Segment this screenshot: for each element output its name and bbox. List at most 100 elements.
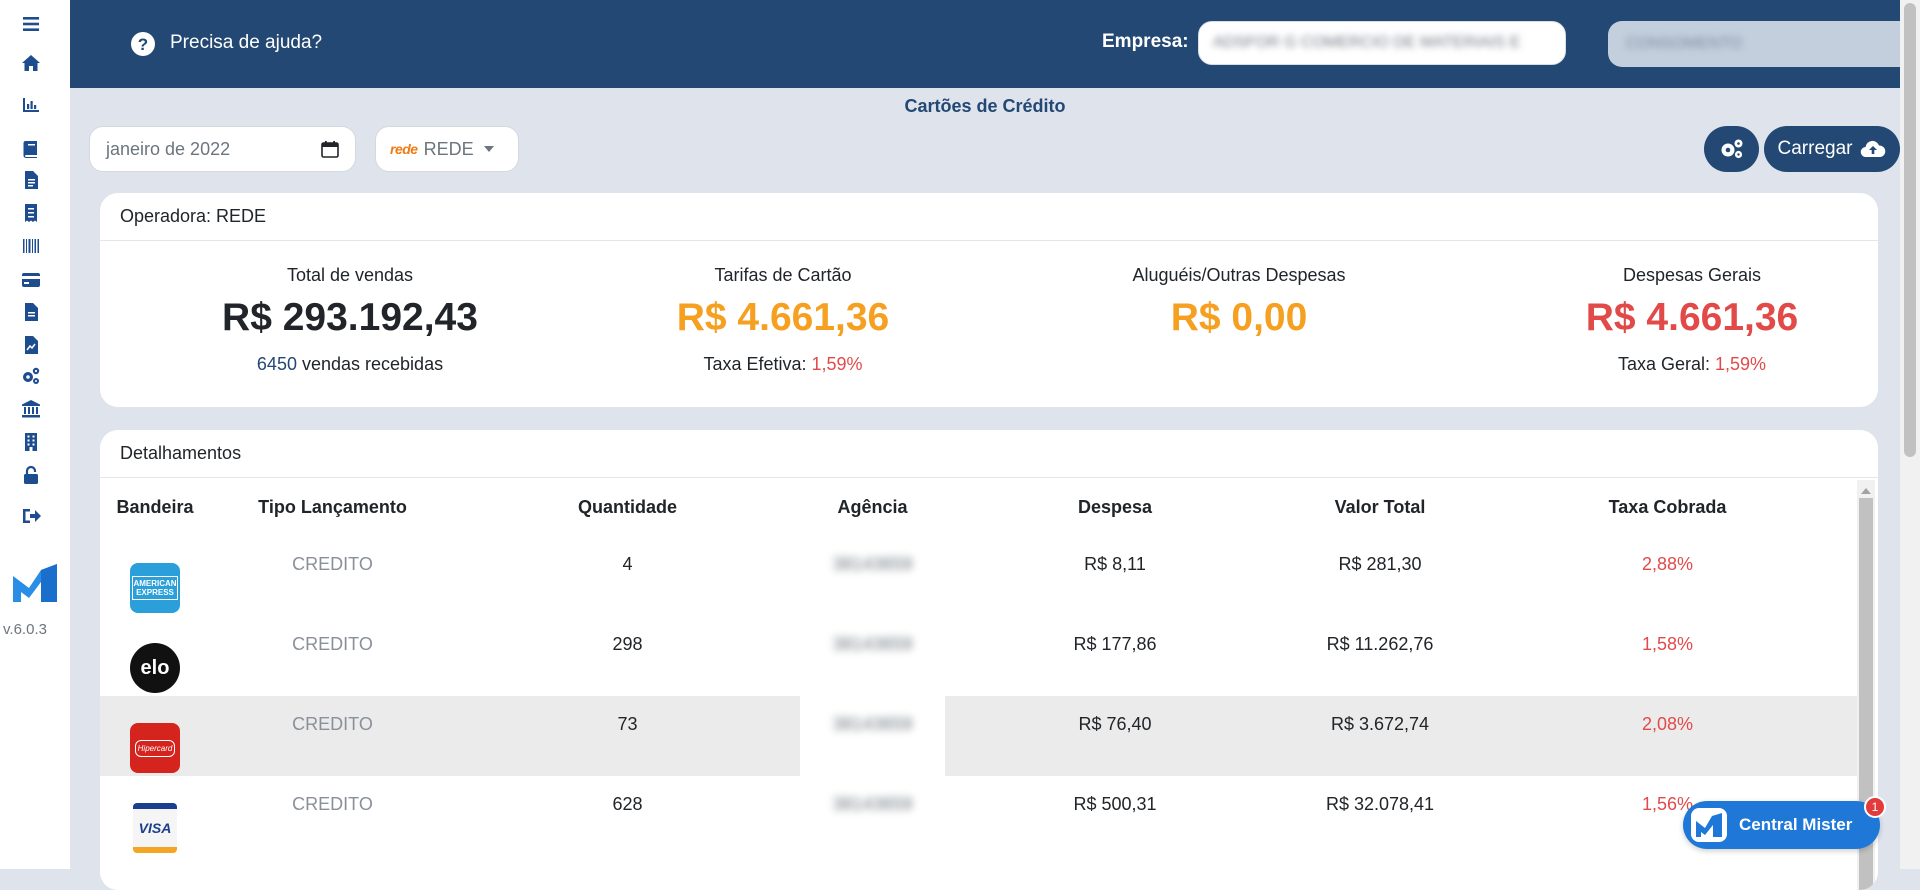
col-header-type[interactable]: Tipo Lançamento [210,497,455,518]
quantity-cell: 73 [617,713,638,734]
chat-notification-badge: 1 [1864,796,1886,818]
sign-out-icon[interactable] [20,506,42,526]
cogs-icon[interactable] [20,366,42,386]
general-expenses-value: R$ 4.661,36 [1585,296,1799,339]
sidebar: v.6.0.3 [0,0,71,869]
col-header-brand[interactable]: Bandeira [100,497,210,518]
barcode-icon[interactable] [20,236,42,256]
type-cell: CREDITO [292,713,373,734]
total-cell: R$ 11.262,76 [1326,633,1434,654]
expense-cell: R$ 500,31 [1073,793,1157,814]
chat-button-label: Central Mister [1739,815,1853,834]
general-rate-line: Taxa Geral: 1,59% [1472,354,1878,375]
summary-card-header: Operadora: REDE [100,193,1878,241]
calendar-icon[interactable] [321,140,339,158]
type-cell: CREDITO [292,793,373,814]
metric-rentals: Aluguéis/Outras Despesas R$ 0,00 [1019,265,1459,340]
table-row[interactable]: Hipercard CREDITO 73 38143659 R$ 76,40 R… [100,696,1860,776]
agency-cell: 38143659 [800,696,945,776]
type-cell: CREDITO [292,633,373,654]
company-input[interactable]: ADSFOR G COMERCIO DE MATERIAIS E [1198,21,1566,65]
sales-count-line: 6450 vendas recebidas [130,354,570,375]
cloud-upload-icon [1861,140,1886,158]
col-header-quantity[interactable]: Quantidade [455,497,800,518]
mister-logo [13,564,57,602]
sales-count-suffix: vendas recebidas [301,354,444,374]
elo-logo-icon: elo [130,643,180,693]
file-signature-icon[interactable] [20,335,42,355]
metric-total-sales: Total de vendas R$ 293.192,43 6450 venda… [130,265,570,375]
building-icon[interactable] [20,432,42,452]
menu-icon[interactable] [20,14,42,34]
scroll-up-arrow-icon[interactable] [1861,488,1871,494]
general-expenses-label: Despesas Gerais [1622,265,1762,285]
rate-cell: 2,88% [1641,553,1694,574]
col-header-agency[interactable]: Agência [800,497,945,518]
brand-cell: Hipercard [100,711,210,773]
expense-cell: R$ 8,11 [1084,553,1146,574]
total-sales-value: R$ 293.192,43 [222,296,478,339]
operator-dropdown[interactable]: rede REDE [375,126,519,172]
metric-card-fees: Tarifas de Cartão R$ 4.661,36 Taxa Efeti… [563,265,1003,375]
mister-chat-icon [1691,808,1727,842]
upload-button-label: Carregar [1777,138,1853,159]
help-link[interactable]: Precisa de ajuda? [170,32,322,54]
app-version: v.6.0.3 [3,621,47,638]
table-row[interactable]: elo CREDITO 298 38143659 R$ 177,86 R$ 11… [100,616,1860,696]
central-mister-chat-button[interactable]: Central Mister [1683,801,1880,849]
rentals-label: Aluguéis/Outras Despesas [1132,265,1346,285]
details-card-header: Detalhamentos [100,430,1878,478]
question-circle-icon[interactable]: ? [130,31,156,57]
file-icon[interactable] [20,170,42,190]
rentals-value: R$ 0,00 [1170,296,1308,339]
type-cell: CREDITO [292,553,373,574]
company-select-value: CONSOMENTO [1626,35,1743,52]
sales-count: 6450 [256,354,297,374]
amex-logo-icon: AMERICAN EXPRESS [130,563,180,613]
col-header-expense[interactable]: Despesa [945,497,1285,518]
visa-logo-icon: VISA [133,803,177,853]
document-icon[interactable] [20,302,42,322]
page-scrollbar[interactable] [1900,0,1920,869]
agency-cell: 38143659 [832,553,913,574]
card-fees-label: Tarifas de Cartão [714,265,852,285]
table-row[interactable]: AMERICAN EXPRESS CREDITO 4 38143659 R$ 8… [100,536,1860,616]
table-header-row: Bandeira Tipo Lançamento Quantidade Agên… [100,478,1860,536]
col-header-total[interactable]: Valor Total [1285,497,1475,518]
details-table: Bandeira Tipo Lançamento Quantidade Agên… [100,478,1860,856]
home-icon[interactable] [20,53,42,73]
upload-button[interactable]: Carregar [1764,126,1900,172]
bank-icon[interactable] [20,399,42,419]
card-fees-value: R$ 4.661,36 [676,296,890,339]
chart-icon[interactable] [20,95,42,115]
rate-cell: 2,08% [1641,713,1694,734]
company-label: Empresa: [1102,31,1189,52]
general-rate-value: 1,59% [1715,354,1767,374]
general-rate-label: Taxa Geral: [1617,354,1710,374]
page-scroll-thumb[interactable] [1904,3,1916,457]
settings-button[interactable] [1704,126,1759,172]
book-icon[interactable] [20,139,42,159]
unlock-icon[interactable] [20,465,42,485]
receipt-icon[interactable] [20,203,42,223]
hipercard-logo-icon: Hipercard [130,723,180,773]
quantity-cell: 4 [622,553,633,574]
total-cell: R$ 3.672,74 [1330,713,1430,734]
expense-cell: R$ 76,40 [1078,713,1152,734]
table-row[interactable]: VISA CREDITO 628 38143659 R$ 500,31 R$ 3… [100,776,1860,856]
credit-card-icon[interactable] [20,270,42,290]
month-picker[interactable]: janeiro de 2022 [89,126,356,172]
company-select[interactable]: CONSOMENTO [1608,21,1920,67]
month-picker-value: janeiro de 2022 [106,138,231,159]
col-header-rate[interactable]: Taxa Cobrada [1475,497,1860,518]
agency-cell: 38143659 [832,793,913,814]
page-title: Cartões de Crédito [904,96,1066,116]
summary-card: Operadora: REDE Total de vendas R$ 293.1… [100,193,1878,407]
details-card: Detalhamentos Bandeira Tipo Lançamento Q… [100,430,1878,890]
metric-general-expenses: Despesas Gerais R$ 4.661,36 Taxa Geral: … [1472,265,1878,375]
brand-cell: VISA [100,791,210,853]
effective-rate-label: Taxa Efetiva: [703,354,807,374]
effective-rate-line: Taxa Efetiva: 1,59% [563,354,1003,375]
chevron-down-icon [483,146,494,152]
effective-rate-value: 1,59% [811,354,863,374]
